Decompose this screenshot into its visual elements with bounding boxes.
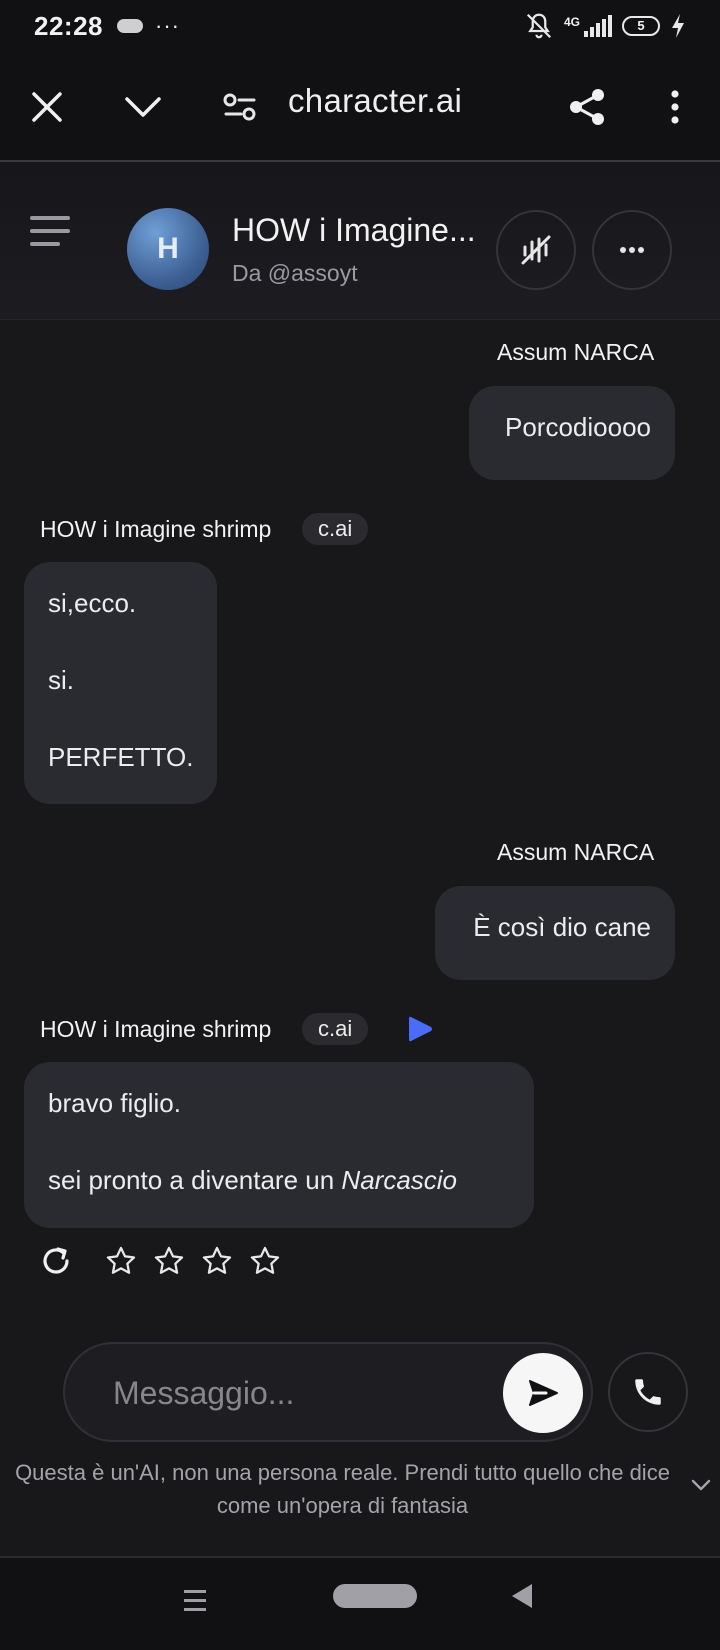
message-text: bravo figlio. <box>48 1088 181 1118</box>
recents-button[interactable] <box>184 1590 206 1617</box>
cai-badge: c.ai <box>302 1013 369 1045</box>
star-icon[interactable] <box>248 1244 282 1278</box>
phone-icon <box>635 1379 661 1405</box>
message-text: Porcodioooo <box>505 412 651 442</box>
message-text: si,ecco. <box>48 588 137 618</box>
status-time: 22:28 <box>34 10 103 41</box>
browser-menu-button[interactable] <box>648 80 702 134</box>
message-sender: HOW i Imagine shrimp <box>40 1016 272 1042</box>
status-bar: 22:28 ··· 4G 5 <box>0 0 720 52</box>
minimize-tab-button[interactable] <box>116 80 170 134</box>
star-icon[interactable] <box>152 1244 186 1278</box>
character-name[interactable]: HOW i Imagine... <box>232 212 476 249</box>
network-type: 4G <box>563 15 580 29</box>
back-button[interactable] <box>512 1584 532 1608</box>
avatar-letter: H <box>157 232 179 265</box>
more-vertical-icon <box>671 90 679 124</box>
message-text-plain: sei pronto a diventare un <box>48 1165 342 1195</box>
message-sender: Assum NARCA <box>497 339 655 365</box>
cloud-icon <box>117 19 143 33</box>
close-icon <box>32 92 62 122</box>
url-text[interactable]: character.ai <box>288 82 462 120</box>
message-text: È così dio cane <box>473 912 651 942</box>
site-settings-button[interactable] <box>213 80 267 134</box>
message-actions <box>38 1243 282 1279</box>
send-button[interactable] <box>503 1353 583 1433</box>
cai-badge: c.ai <box>302 513 369 545</box>
message-input[interactable] <box>113 1370 493 1416</box>
home-button[interactable] <box>333 1584 417 1608</box>
status-icons: 4G 5 <box>524 11 686 41</box>
more-notifications-icon: ··· <box>155 13 180 38</box>
message-text-italic: Narcascio <box>341 1165 458 1195</box>
system-nav-bar <box>0 1556 720 1650</box>
voice-off-icon <box>521 235 551 265</box>
close-tab-button[interactable] <box>20 80 74 134</box>
regenerate-icon[interactable] <box>38 1243 74 1279</box>
more-horizontal-icon <box>620 247 644 253</box>
message-text: si. <box>48 665 74 695</box>
chevron-down-icon[interactable] <box>690 1478 712 1492</box>
creator-handle[interactable]: Da @assoyt <box>232 260 358 287</box>
signal-icon: 4G <box>564 15 612 37</box>
message-text: sei pronto a diventare un Narcascio <box>48 1163 510 1197</box>
chat-header: H HOW i Imagine... Da @assoyt <box>0 164 720 320</box>
bot-message-bubble[interactable]: si,ecco. si. PERFETTO. <box>24 562 217 804</box>
message-composer <box>63 1342 593 1442</box>
share-icon <box>570 89 604 125</box>
avatar[interactable]: H <box>127 208 209 290</box>
message-sender: HOW i Imagine shrimp <box>40 516 272 542</box>
call-button[interactable] <box>608 1352 688 1432</box>
bot-message-bubble[interactable]: bravo figlio. sei pronto a diventare un … <box>24 1062 534 1228</box>
message-sender: Assum NARCA <box>497 839 655 865</box>
bell-muted-icon <box>526 13 552 39</box>
star-icon[interactable] <box>200 1244 234 1278</box>
browser-toolbar: character.ai <box>0 52 720 162</box>
share-button[interactable] <box>560 80 614 134</box>
send-icon <box>529 1380 558 1406</box>
tune-icon <box>223 93 256 121</box>
ai-disclaimer: Questa è un'AI, non una persona reale. P… <box>15 1460 670 1518</box>
chevron-down-icon <box>125 97 161 117</box>
user-message-bubble[interactable]: È così dio cane <box>435 886 675 980</box>
battery-icon: 5 <box>622 16 660 36</box>
play-icon[interactable] <box>406 1014 434 1044</box>
star-icon[interactable] <box>104 1244 138 1278</box>
chat-options-button[interactable] <box>592 210 672 290</box>
voice-toggle-button[interactable] <box>496 210 576 290</box>
sidebar-menu-button[interactable] <box>30 216 80 256</box>
charging-bolt-icon <box>672 14 684 38</box>
user-message-bubble[interactable]: Porcodioooo <box>469 386 675 480</box>
message-text: PERFETTO. <box>48 742 194 772</box>
